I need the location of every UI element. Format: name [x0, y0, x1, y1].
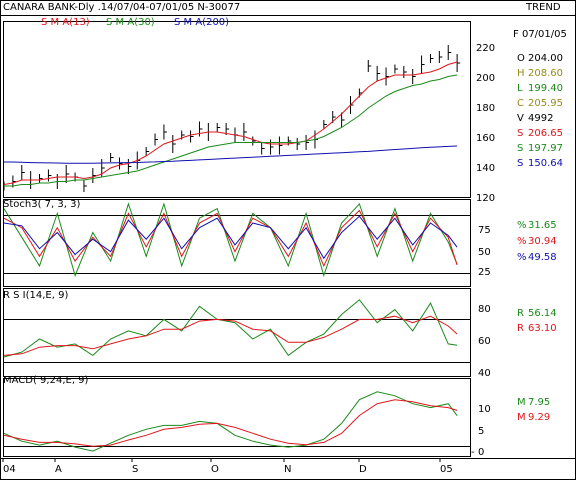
price-info-row: C 205.95	[517, 98, 576, 110]
price-info-row: S 150.64	[517, 158, 576, 170]
price-y-tick: 200	[476, 73, 495, 84]
price-y-tick: 220	[476, 43, 495, 54]
stoch-info-value: 31.65	[528, 220, 557, 231]
price-info-row: H 208.60	[517, 68, 576, 80]
macd-info-value: 7.95	[528, 397, 551, 408]
x-axis-label: D	[359, 464, 367, 475]
macd-info-key: M	[517, 397, 526, 408]
price-info-row: L 199.40	[517, 83, 576, 95]
stoch-info-key: %	[517, 252, 527, 263]
price-info-key: V	[517, 113, 524, 124]
price-series-line	[4, 145, 458, 164]
macd-panel-frame	[3, 378, 471, 457]
rsi-panel-frame	[3, 288, 471, 377]
price-info-value: 197.97	[528, 143, 563, 154]
price-y-tick: 120	[476, 193, 495, 204]
macd-y-tick: 10	[478, 404, 491, 415]
price-info-value: 150.64	[528, 158, 563, 169]
legend-sma30: S M A(30)	[106, 17, 155, 28]
rsi-info-row: R 56.14	[517, 308, 576, 320]
macd-info-key: M	[517, 412, 526, 423]
price-info-value: 4992	[528, 113, 554, 124]
macd-title: MACD( 9,24,E, 9)	[3, 375, 89, 386]
stoch-title: Stoch3( 7, 3, 3)	[3, 199, 81, 210]
price-y-tick: 180	[476, 103, 495, 114]
price-info-key: H	[517, 68, 525, 79]
macd-info-row: M 7.95	[517, 397, 576, 409]
price-info-value: 204.00	[528, 53, 563, 64]
price-info-row: O 204.00	[517, 53, 576, 65]
stoch-info-row: % 49.58	[517, 252, 576, 264]
rsi-info-key: R	[517, 323, 524, 334]
stoch-info-value: 30.94	[528, 236, 557, 247]
chart-title: CANARA BANK-Dly .14/07/04-07/01/05 N-300…	[3, 2, 241, 13]
price-info-value: 206.65	[528, 128, 563, 139]
macd-info-value: 9.29	[528, 412, 551, 423]
price-info-key: S	[517, 158, 524, 169]
macd-y-tick: 5	[478, 426, 484, 437]
x-axis-label: O	[211, 464, 219, 475]
x-axis-label: 05	[440, 464, 453, 475]
price-info-key: S	[517, 143, 524, 154]
price-series-line	[4, 74, 458, 187]
rsi-y-tick: 60	[478, 336, 491, 347]
legend-sma13: S M A(13)	[41, 17, 90, 28]
x-axis-label: 04	[3, 464, 16, 475]
rsi-y-tick: 80	[478, 304, 491, 315]
price-y-tick: 140	[476, 163, 495, 174]
stoch-info-value: 49.58	[528, 252, 557, 263]
price-info-key: O	[517, 53, 525, 64]
stochastic-series-line	[3, 202, 458, 278]
rsi-info-row: R 63.10	[517, 323, 576, 335]
stoch-info-key: %	[517, 220, 527, 231]
price-info-row: V 4992	[517, 113, 576, 125]
price-info-value: 205.95	[528, 98, 563, 109]
price-info-key: S	[517, 128, 524, 139]
rsi-info-value: 56.14	[528, 308, 557, 319]
price-info-row: S 206.65	[517, 128, 576, 140]
rsi-info-value: 63.10	[528, 323, 557, 334]
x-axis-label: N	[284, 464, 291, 475]
trend-label: TREND	[526, 2, 561, 13]
macd-y-tick-minus: -	[471, 447, 475, 458]
info-key: F	[513, 29, 519, 40]
price-series-line	[3, 61, 458, 185]
price-info-value: 208.60	[528, 68, 563, 79]
macd-info-row: M 9.29	[517, 412, 576, 424]
macd-y-tick: 0	[478, 447, 484, 458]
stoch-y-tick: 25	[478, 267, 491, 278]
x-axis-label: A	[55, 464, 62, 475]
price-info-key: L	[517, 83, 523, 94]
macd-series-line	[3, 399, 458, 447]
stoch-info-row: % 30.94	[517, 236, 576, 248]
x-axis-label: S	[132, 464, 138, 475]
rsi-title: R S I(14,E, 9)	[3, 290, 69, 301]
info-date: F 07/01/05	[513, 29, 567, 41]
chart-canvas: 220 200 180 160 140 120 75 50 25 80 60 4…	[0, 0, 576, 480]
rsi-info-key: R	[517, 308, 524, 319]
stoch-y-tick: 50	[478, 247, 491, 258]
stochastic-series-line	[3, 215, 458, 260]
stoch-y-tick: 75	[478, 225, 491, 236]
rsi-y-tick: 40	[478, 368, 491, 379]
price-panel-frame	[3, 21, 471, 198]
stoch-info-key: %	[517, 236, 527, 247]
price-info-value: 199.40	[528, 83, 563, 94]
price-info-key: C	[517, 98, 524, 109]
price-info-row: S 197.97	[517, 143, 576, 155]
info-value: 07/01/05	[521, 29, 567, 40]
rsi-series-line	[3, 299, 458, 358]
price-y-tick: 160	[476, 133, 495, 144]
stoch-info-row: % 31.65	[517, 220, 576, 232]
legend-sma200: S M A(200)	[174, 17, 230, 28]
chart-window: 220 200 180 160 140 120 75 50 25 80 60 4…	[0, 0, 576, 480]
